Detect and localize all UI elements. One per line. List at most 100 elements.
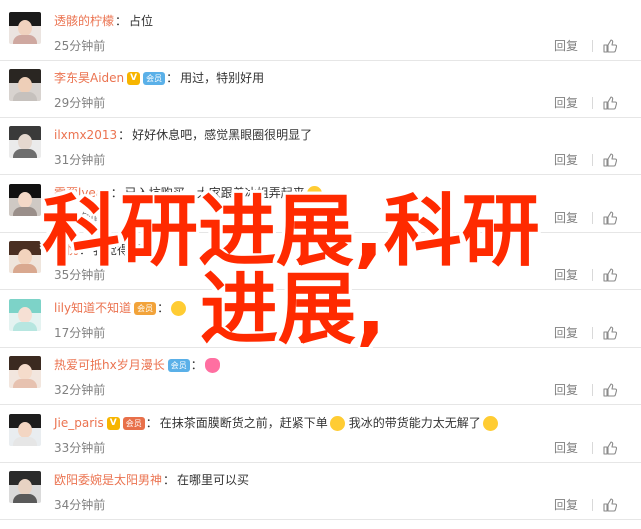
reply-button[interactable]: 回复 bbox=[554, 440, 578, 456]
like-thumb-icon[interactable] bbox=[603, 383, 617, 397]
like-thumb-icon[interactable] bbox=[603, 96, 617, 110]
comment-line: ilxmx2013：好好休息吧，感觉黑眼圈很明显了 bbox=[54, 126, 312, 144]
separator-colon: ： bbox=[115, 14, 128, 28]
timestamp: 33分钟前 bbox=[54, 441, 106, 455]
separator-colon: ： bbox=[79, 243, 92, 257]
reply-button[interactable]: 回复 bbox=[554, 267, 578, 283]
comment-row: 欧阳委婉是太阳男神：在哪里可以买 34分钟前 回复 bbox=[0, 463, 641, 520]
username-link[interactable]: 欧阳委婉是太阳男神 bbox=[54, 471, 162, 489]
comment-text: 我觉得不错 bbox=[93, 243, 154, 257]
username-link[interactable]: ilxmx2013 bbox=[54, 126, 117, 144]
username-link[interactable]: 王悦 bbox=[54, 241, 78, 259]
timestamp: 31分钟前 bbox=[54, 153, 106, 167]
timestamp: 29分钟前 bbox=[54, 96, 106, 110]
like-thumb-icon[interactable] bbox=[603, 498, 617, 512]
member-badge-icon: 会员 bbox=[122, 416, 145, 430]
avatar[interactable] bbox=[9, 299, 41, 331]
like-thumb-icon[interactable] bbox=[603, 211, 617, 225]
comment-line: Jie_paris V 会员：在抹茶面膜断货之前，赶紧下单 我冰的带货能力太无解了 bbox=[54, 414, 500, 432]
like-thumb-icon[interactable] bbox=[603, 39, 617, 53]
comment-line: 李东昊Aiden V 会员：用过，特别好用 bbox=[54, 69, 264, 87]
separator-colon: ： bbox=[145, 416, 158, 430]
reply-button[interactable]: 回复 bbox=[554, 325, 578, 341]
member-badge-icon: 会员 bbox=[167, 358, 190, 372]
comment-text: 已入坑购买，大家跟着冰姐弄起来 bbox=[124, 186, 305, 200]
avatar[interactable] bbox=[9, 414, 41, 446]
comment-row: 需要lyeac：已入坑购买，大家跟着冰姐弄起来 32分钟前 回复 bbox=[0, 176, 641, 233]
avatar[interactable] bbox=[9, 126, 41, 158]
like-thumb-icon[interactable] bbox=[603, 268, 617, 282]
comment-row: lily知道不知道 会员： 17分钟前 回复 bbox=[0, 291, 641, 348]
member-badge-icon: 会员 bbox=[143, 71, 166, 85]
comment-actions: 回复 bbox=[554, 267, 617, 283]
comment-text-continued: 我冰的带货能力太无解了 bbox=[348, 416, 481, 430]
action-divider bbox=[592, 327, 593, 339]
like-thumb-icon[interactable] bbox=[603, 441, 617, 455]
comment-list: 透骸的柠檬：占位 25分钟前 回复 李东昊Aiden V 会员：用过，特别好用 29分钟前回… bbox=[0, 0, 641, 529]
comment-row: Jie_paris V 会员：在抹茶面膜断货之前，赶紧下单 我冰的带货能力太无解了 33… bbox=[0, 406, 641, 463]
timestamp: 17分钟前 bbox=[54, 326, 106, 340]
avatar[interactable] bbox=[9, 184, 41, 216]
row-divider bbox=[0, 289, 641, 290]
member-badge-icon: 会员 bbox=[134, 301, 157, 315]
action-divider bbox=[592, 97, 593, 109]
comment-line: 欧阳委婉是太阳男神：在哪里可以买 bbox=[54, 471, 249, 489]
comment-row: 李东昊Aiden V 会员：用过，特别好用 29分钟前 回复 bbox=[0, 61, 641, 118]
reply-button[interactable]: 回复 bbox=[554, 152, 578, 168]
like-thumb-icon[interactable] bbox=[603, 153, 617, 167]
timestamp: 32分钟前 bbox=[54, 211, 106, 225]
comment-line: 透骸的柠檬：占位 bbox=[54, 12, 153, 30]
timestamp: 25分钟前 bbox=[54, 39, 106, 53]
action-divider bbox=[592, 384, 593, 396]
avatar[interactable] bbox=[9, 12, 41, 44]
row-divider bbox=[0, 174, 641, 175]
comment-row: ilxmx2013：好好休息吧，感觉黑眼圈很明显了 31分钟前 回复 bbox=[0, 118, 641, 175]
comment-actions: 回复 bbox=[554, 152, 617, 168]
emoji-icon bbox=[482, 415, 498, 431]
comment-row: 热爱可抵hx岁月漫长 会员： 32分钟前 回复 bbox=[0, 348, 641, 405]
comment-line: 需要lyeac：已入坑购买，大家跟着冰姐弄起来 bbox=[54, 184, 324, 202]
action-divider bbox=[592, 212, 593, 224]
username-link[interactable]: Jie_paris bbox=[54, 414, 104, 432]
emoji-icon bbox=[306, 185, 322, 201]
like-thumb-icon[interactable] bbox=[603, 326, 617, 340]
comment-line: 王悦：我觉得不错 bbox=[54, 241, 153, 259]
emoji-icon bbox=[204, 357, 220, 373]
comment-actions: 回复 bbox=[554, 210, 617, 226]
reply-button[interactable]: 回复 bbox=[554, 38, 578, 54]
action-divider bbox=[592, 442, 593, 454]
comment-line: lily知道不知道 会员： bbox=[54, 299, 188, 317]
avatar[interactable] bbox=[9, 471, 41, 503]
reply-button[interactable]: 回复 bbox=[554, 210, 578, 226]
reply-button[interactable]: 回复 bbox=[554, 95, 578, 111]
username-link[interactable]: 热爱可抵hx岁月漫长 bbox=[54, 356, 165, 374]
username-link[interactable]: 透骸的柠檬 bbox=[54, 12, 114, 30]
separator-colon: ： bbox=[110, 186, 123, 200]
comment-actions: 回复 bbox=[554, 38, 617, 54]
avatar[interactable] bbox=[9, 241, 41, 273]
verified-v-icon: V bbox=[106, 416, 120, 430]
verified-v-icon: V bbox=[127, 71, 141, 85]
comment-actions: 回复 bbox=[554, 497, 617, 513]
action-divider bbox=[592, 154, 593, 166]
action-divider bbox=[592, 40, 593, 52]
comment-actions: 回复 bbox=[554, 440, 617, 456]
comment-text: 在抹茶面膜断货之前，赶紧下单 bbox=[159, 416, 328, 430]
username-link[interactable]: 需要lyeac bbox=[54, 184, 110, 202]
avatar[interactable] bbox=[9, 356, 41, 388]
comment-text: 好好休息吧，感觉黑眼圈很明显了 bbox=[132, 128, 313, 142]
row-divider bbox=[0, 404, 641, 405]
username-link[interactable]: lily知道不知道 bbox=[54, 299, 131, 317]
reply-button[interactable]: 回复 bbox=[554, 497, 578, 513]
comment-row: 王悦：我觉得不错 35分钟前 回复 bbox=[0, 233, 641, 290]
action-divider bbox=[592, 269, 593, 281]
avatar[interactable] bbox=[9, 69, 41, 101]
separator-colon: ： bbox=[166, 71, 179, 85]
action-divider bbox=[592, 499, 593, 511]
separator-colon: ： bbox=[118, 128, 131, 142]
timestamp: 35分钟前 bbox=[54, 268, 106, 282]
comment-actions: 回复 bbox=[554, 325, 617, 341]
emoji-icon bbox=[171, 300, 187, 316]
username-link[interactable]: 李东昊Aiden bbox=[54, 69, 124, 87]
reply-button[interactable]: 回复 bbox=[554, 382, 578, 398]
